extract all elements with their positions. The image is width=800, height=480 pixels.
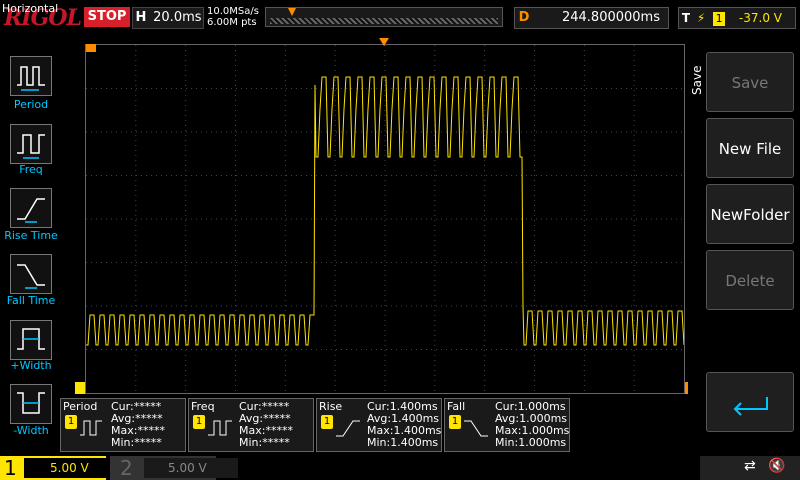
trigger-box[interactable]: T ⚡ 1 -37.0 V [678,7,796,29]
pos-width-icon [17,328,45,350]
fall-time-icon [17,264,45,289]
trigger-source: 1 [713,11,726,26]
measurement-title: Fall [447,400,466,413]
run-stop-status[interactable]: STOP [84,7,130,27]
freq-icon [17,134,45,159]
neg-width-button[interactable] [10,384,52,424]
measurement-title: Freq [191,400,215,413]
measurement-period[interactable]: Period 1 Cur:***** Avg:***** Max:***** M… [60,398,186,452]
freq-icon [208,420,232,436]
trigger-label: T [681,11,691,25]
channel1-tab[interactable]: 1 5.00 V [0,456,130,480]
sampling-info: 10.0MSa/s 6.00M pts [207,6,259,28]
memory-depth: 6.00M pts [207,17,257,28]
channel1-number: 1 [4,456,17,480]
measurement-values: Cur:***** Avg:***** Max:***** Min:***** [111,401,165,449]
measurement-freq[interactable]: Freq 1 Cur:***** Avg:***** Max:***** Min… [188,398,314,452]
trigger-level-marker[interactable] [86,44,96,52]
system-status-area: ⇄ 🔇 [700,456,800,480]
measurement-channel: 1 [449,415,461,429]
fall-time-icon [464,420,488,437]
measurement-rise[interactable]: Rise 1 Cur:1.400ms Avg:1.400ms Max:1.400… [316,398,442,452]
channel2-scale: 5.00 V [144,458,238,478]
min-value: Min:***** [111,436,162,449]
timebase-label: H [135,10,147,25]
speaker-muted-icon: 🔇 [768,458,786,474]
channel2-tab[interactable]: 2 5.00 V [110,456,238,480]
delay-box[interactable]: D 244.800000ms [514,7,669,29]
measurement-channel: 1 [193,415,205,429]
trigger-position-marker [288,8,296,16]
enter-icon [733,397,768,416]
trigger-level: -37.0 V [738,11,782,25]
measurement-title: Period [63,400,98,413]
measurement-values: Cur:***** Avg:***** Max:***** Min:***** [239,401,293,449]
channel2-number: 2 [120,456,133,480]
measurement-channel: 1 [321,415,333,429]
measurement-title: Rise [319,400,343,413]
rise-time-button[interactable] [10,188,52,228]
fall-time-button[interactable] [10,254,52,294]
measurement-fall[interactable]: Fall 1 Cur:1.000ms Avg:1.000ms Max:1.000… [444,398,570,452]
channel1-ground-marker[interactable] [75,382,85,394]
fall-time-label: Fall Time [6,294,56,307]
delete-button[interactable]: Delete [706,250,794,310]
memory-waveform-preview [270,18,498,24]
left-menu-title: Horizontal [2,2,59,15]
rise-time-icon [17,198,45,223]
period-icon [80,420,102,436]
freq-label: Freq [19,163,43,176]
usb-icon: ⇄ [744,458,756,474]
enter-button[interactable] [706,372,794,432]
new-file-button[interactable]: New File [706,118,794,178]
timebase-value: 20.0ms [153,10,202,25]
pos-width-button[interactable] [10,320,52,360]
min-value: Min:1.400ms [367,436,439,449]
save-menu-tab: Save [690,65,704,95]
trigger-slope-icon: ⚡ [696,11,706,25]
waveform-display[interactable] [85,44,685,394]
min-value: Min:1.000ms [495,436,567,449]
measurement-values: Cur:1.400ms Avg:1.400ms Max:1.400ms Min:… [367,401,441,449]
pos-width-label: +Width [10,359,52,372]
waveform-canvas [86,45,684,393]
timebase-box[interactable]: H 20.0ms [132,7,204,29]
period-icon [17,66,45,91]
new-folder-button[interactable]: NewFolder [706,184,794,244]
rise-time-label: Rise Time [4,229,58,242]
delay-label: D [518,10,530,25]
freq-button[interactable] [10,124,52,164]
measurement-channel: 1 [65,415,77,429]
neg-width-label: -Width [13,424,49,437]
period-button[interactable] [10,56,52,96]
delay-value: 244.800000ms [561,10,660,25]
min-value: Min:***** [239,436,290,449]
measurement-values: Cur:1.000ms Avg:1.000ms Max:1.000ms Min:… [495,401,569,449]
neg-width-icon [17,392,45,414]
sample-rate: 10.0MSa/s [207,6,259,17]
rise-time-icon [336,420,360,437]
period-label: Period [13,98,49,111]
memory-overview [265,7,503,27]
save-button[interactable]: Save [706,52,794,112]
